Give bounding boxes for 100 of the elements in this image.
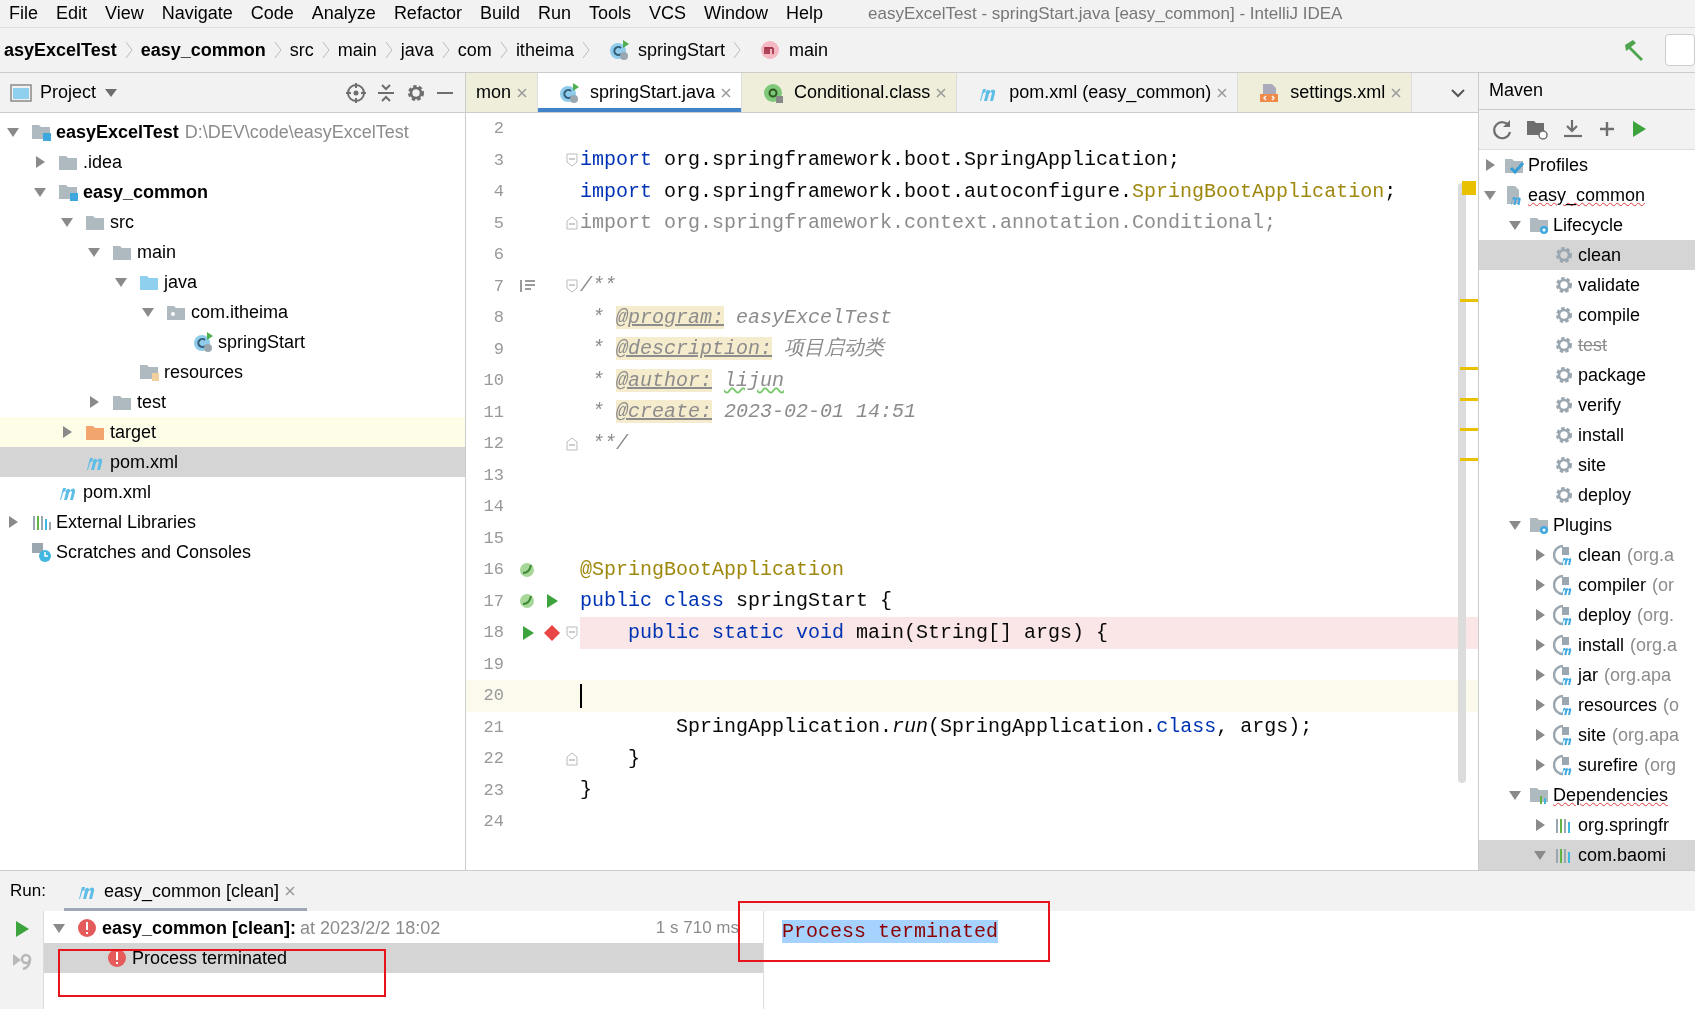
line-number: 6	[492, 244, 504, 266]
code-line: * @create: 2023-02-01 14:51	[591, 399, 917, 426]
tree-item[interactable]: pom.xml	[0, 477, 465, 508]
breadcrumb[interactable]: itheima	[511, 36, 578, 64]
tree-item[interactable]: package	[1479, 360, 1695, 390]
breadcrumb[interactable]: java	[396, 36, 438, 64]
line-number: 9	[492, 338, 504, 361]
tree-item[interactable]: src	[0, 207, 465, 238]
menu-item[interactable]: Edit	[47, 0, 97, 27]
menu-item[interactable]: Window	[695, 0, 778, 27]
code-line: /**	[580, 273, 616, 300]
tree-item[interactable]: verify	[1479, 390, 1695, 420]
menu-item[interactable]: Refactor	[384, 0, 471, 27]
line-number: 4	[492, 181, 504, 203]
editor-tab[interactable]: settings.xml	[1238, 73, 1413, 112]
code-line: }	[580, 777, 592, 804]
tree-item[interactable]: install	[1479, 420, 1695, 450]
tree-item[interactable]: deploy	[1479, 480, 1695, 510]
line-number: 5	[492, 212, 504, 235]
line-number: 12	[482, 433, 504, 455]
tree-item[interactable]: springStart	[0, 327, 465, 358]
run-tab[interactable]: easy_common [clean]	[63, 871, 307, 911]
menu-item[interactable]: Tools	[579, 0, 640, 27]
tree-item[interactable]: jar (org.apa	[1479, 660, 1695, 690]
tree-item[interactable]: Plugins	[1479, 510, 1695, 540]
tree-item[interactable]: Scratches and Consoles	[0, 537, 465, 568]
editor-tab[interactable]: mon	[466, 73, 538, 112]
window-title: easyExcelTest - springStart.java [easy_common] - IntelliJ IDEA	[868, 2, 1343, 25]
line-number: 15	[482, 527, 504, 550]
line-number: 17	[482, 590, 504, 613]
tree-item[interactable]: resources	[0, 357, 465, 388]
tree-item[interactable]: surefire (org	[1479, 750, 1695, 780]
menu-item[interactable]: View	[96, 0, 153, 27]
code-line: import org.springframework.context.annotation.Conditional;	[580, 210, 1277, 237]
menu-item[interactable]: Build	[470, 0, 529, 27]
tree-item[interactable]: site (org.apa	[1479, 720, 1695, 750]
tree-item[interactable]: easy_common [clean]: at 2023/2/2 18:02 1 s 710 ms	[44, 913, 763, 943]
breadcrumb[interactable]: springStart	[593, 36, 729, 64]
tree-item[interactable]: main	[0, 237, 465, 268]
tree-item[interactable]: External Libraries	[0, 507, 465, 538]
breadcrumb[interactable]: com	[453, 36, 496, 64]
tree-item[interactable]: easy_common	[1479, 180, 1695, 210]
tree-item[interactable]: easy_common	[0, 177, 465, 208]
menu-item[interactable]: Run	[528, 0, 580, 27]
editor-tab[interactable]: springStart.java	[538, 73, 743, 112]
tree-item[interactable]: org.springfr	[1479, 810, 1695, 840]
line-number: 7	[492, 275, 504, 298]
code-line: }	[627, 745, 640, 772]
tree-item[interactable]: com.baomi	[1479, 840, 1695, 870]
tree-item[interactable]: deploy (org.	[1479, 600, 1695, 630]
tree-item[interactable]: clean (org.a	[1479, 540, 1695, 570]
line-number: 18	[482, 622, 504, 644]
line-number: 13	[482, 464, 504, 487]
menu-item[interactable]: File	[0, 0, 47, 27]
tree-item[interactable]: Profiles	[1479, 150, 1695, 180]
tree-item[interactable]: Lifecycle	[1479, 210, 1695, 240]
line-number: 22	[482, 748, 504, 770]
line-number: 11	[482, 401, 504, 424]
tree-item[interactable]: target	[0, 417, 465, 448]
tree-item[interactable]: install (org.a	[1479, 630, 1695, 660]
tree-item[interactable]: compile	[1479, 300, 1695, 330]
breadcrumb[interactable]: src	[285, 36, 318, 64]
breadcrumb[interactable]: main	[744, 36, 832, 64]
code-line: * @description: 项目启动类	[591, 336, 885, 363]
console-output: Process terminated	[782, 920, 999, 943]
code-line: * @program: easyExcelTest	[591, 304, 893, 331]
tree-item[interactable]: Process terminated	[44, 943, 763, 973]
tree-item[interactable]: site	[1479, 450, 1695, 480]
tree-item[interactable]: com.itheima	[0, 297, 465, 328]
tree-item[interactable]: validate	[1479, 270, 1695, 300]
tree-item[interactable]: Dependencies	[1479, 780, 1695, 810]
breadcrumb[interactable]: easy_common	[136, 36, 270, 64]
tree-item[interactable]: compiler (or	[1479, 570, 1695, 600]
panel-title: Maven	[1489, 79, 1544, 103]
tree-item[interactable]: easyExcelTest D:\DEV\code\easyExcelTest	[0, 117, 465, 148]
breadcrumb[interactable]: asyExcelTest	[0, 36, 121, 64]
tree-item[interactable]: clean	[1479, 240, 1695, 270]
tree-item[interactable]: .idea	[0, 147, 465, 178]
menu-item[interactable]: Analyze	[302, 0, 385, 27]
line-number: 14	[482, 496, 504, 518]
editor-tab[interactable]: Conditional.class	[742, 73, 958, 112]
menu-item[interactable]: VCS	[640, 0, 695, 27]
tree-item[interactable]: pom.xml	[0, 447, 465, 478]
code-line: import org.springframework.boot.SpringApplication;	[580, 147, 1181, 174]
breadcrumb[interactable]: main	[333, 36, 381, 64]
menu-item[interactable]: Help	[777, 0, 833, 27]
line-number: 8	[492, 307, 504, 329]
menu-item[interactable]: Code	[241, 0, 303, 27]
line-number: 19	[482, 653, 504, 676]
line-number: 16	[482, 559, 504, 581]
tree-item[interactable]: java	[0, 267, 465, 298]
line-number: 2	[492, 118, 504, 140]
line-number: 23	[482, 779, 504, 802]
code-line: SpringApplication.run(SpringApplication.class, args);	[675, 714, 1313, 741]
code-line: * @author: lijun	[591, 367, 785, 394]
tree-item[interactable]: test	[0, 387, 465, 418]
line-number: 20	[482, 685, 504, 707]
menu-item[interactable]: Navigate	[152, 0, 242, 27]
code-line: public static void main(String[] args) {	[627, 619, 1109, 646]
tree-item[interactable]: resources (o	[1479, 690, 1695, 720]
